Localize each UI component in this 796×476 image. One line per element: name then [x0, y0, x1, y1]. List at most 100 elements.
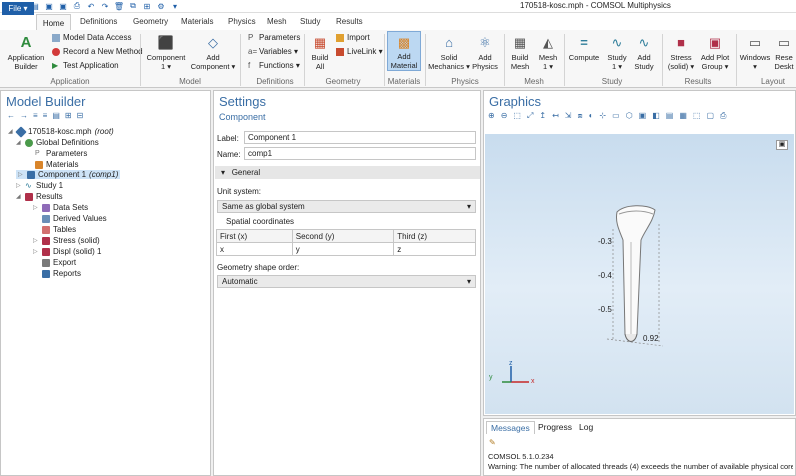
tree-item-reports[interactable]: Reports — [42, 269, 81, 278]
add-study-button[interactable]: ∿ Add Study — [631, 33, 657, 72]
select-icon[interactable]: ▭ — [612, 111, 620, 121]
save-as-icon[interactable]: ▣ — [58, 1, 68, 11]
expand-arrow-icon[interactable]: ▷ — [33, 248, 39, 255]
tab-home[interactable]: Home — [36, 14, 71, 31]
record-method-button[interactable]: Record a New Method — [52, 47, 143, 56]
cell-x[interactable]: x — [216, 242, 293, 256]
add-material-button[interactable]: ▩ Add Material — [387, 31, 421, 71]
axes-icon[interactable]: ⊹ — [599, 111, 606, 121]
clear-messages-icon[interactable]: ✎ — [489, 438, 496, 447]
solid-mechanics-button[interactable]: ⌂ Solid Mechanics ▾ — [428, 33, 470, 72]
tab-physics[interactable]: Physics — [228, 17, 256, 26]
compute-button[interactable]: = Compute — [567, 33, 601, 63]
expand-icon[interactable]: ⊞ — [65, 111, 72, 120]
livelink-button[interactable]: LiveLink ▾ — [336, 47, 383, 56]
functions-button[interactable]: f Functions ▾ — [248, 61, 300, 70]
windows-button[interactable]: ▭ Windows ▾ — [738, 33, 772, 72]
tree-item-study-1[interactable]: ▷ ∿ Study 1 — [16, 181, 63, 190]
move-down-icon[interactable]: ≡ — [43, 111, 48, 120]
tab-messages[interactable]: Messages — [486, 421, 535, 434]
test-application-button[interactable]: ▶ Test Application — [52, 61, 119, 70]
wireframe-icon[interactable]: ⬡ — [626, 111, 633, 121]
view-zx-icon[interactable]: ⇲ — [565, 111, 572, 121]
stress-solid-button[interactable]: ■ Stress (solid) ▾ — [664, 33, 698, 72]
lock-view-icon[interactable]: ▤ — [666, 111, 674, 121]
undo-icon[interactable]: ↶ — [86, 1, 96, 11]
tree-item-component-1[interactable]: ▷ Component 1 (comp1) — [16, 170, 121, 179]
settings-icon[interactable]: ⚙ — [156, 1, 166, 11]
tree-item-parameters[interactable]: P Parameters — [35, 149, 87, 158]
shape-order-select[interactable]: Automatic ▾ — [217, 275, 476, 288]
scene-light-icon[interactable]: ◧ — [652, 111, 660, 121]
expand-arrow-icon[interactable]: ▷ — [33, 237, 39, 244]
redo-icon[interactable]: ↷ — [100, 1, 110, 11]
print-icon[interactable]: ⎙ — [720, 111, 726, 121]
windows-icon[interactable]: ⊞ — [142, 1, 152, 11]
camera-icon[interactable]: ⬚ — [693, 111, 701, 121]
zoom-box-icon[interactable]: ⬚ — [513, 111, 521, 121]
zoom-extents-icon[interactable]: ⤢ — [527, 111, 533, 121]
tree-item-data-sets[interactable]: ▷ Data Sets — [33, 203, 88, 212]
name-input[interactable]: comp1 — [244, 147, 476, 160]
dropdown-icon[interactable]: ▾ — [170, 1, 180, 11]
tree-item-root[interactable]: ◢ 170518-kosc.mph (root) — [8, 125, 114, 138]
tab-results[interactable]: Results — [336, 17, 363, 26]
tab-progress[interactable]: Progress — [534, 421, 576, 434]
tab-geometry[interactable]: Geometry — [133, 17, 168, 26]
expand-arrow-icon[interactable]: ▷ — [18, 171, 24, 178]
collapse-arrow-icon[interactable]: ◢ — [16, 193, 22, 200]
mesh-1-button[interactable]: ◭ Mesh 1 ▾ — [535, 33, 561, 72]
reset-desktop-button[interactable]: ▭ Rese Deskt — [772, 33, 796, 72]
tree-item-displ-solid-1[interactable]: ▷ Displ (solid) 1 — [33, 247, 101, 256]
tree-item-tables[interactable]: Tables — [42, 225, 76, 234]
delete-icon[interactable]: 🗑 — [114, 1, 124, 11]
transparency-icon[interactable]: ◐ — [589, 111, 594, 121]
collapse-arrow-icon[interactable]: ◢ — [16, 139, 22, 146]
image-snapshot-icon[interactable]: ▢ — [706, 111, 714, 121]
tree-item-stress-solid[interactable]: ▷ Stress (solid) — [33, 236, 100, 245]
application-builder-button[interactable]: A Application Builder — [4, 33, 48, 72]
view-default-icon[interactable]: ⧈ — [577, 111, 582, 121]
import-button[interactable]: Import — [336, 33, 370, 42]
tab-study[interactable]: Study — [300, 17, 320, 26]
grid-icon[interactable]: ▦ — [679, 111, 687, 121]
model-data-access-button[interactable]: Model Data Access — [52, 33, 131, 42]
file-menu-button[interactable]: File ▾ — [2, 2, 34, 15]
copy-icon[interactable]: ⧉ — [128, 1, 138, 11]
expand-arrow-icon[interactable]: ▷ — [16, 182, 22, 189]
study-1-button[interactable]: ∿ Study 1 ▾ — [604, 33, 630, 72]
add-plot-group-button[interactable]: ▣ Add Plot Group ▾ — [698, 33, 732, 72]
forward-arrow-icon[interactable]: → — [20, 111, 28, 120]
graphics-viewport[interactable]: ▣ -0.3 -0.4 -0.5 0.92 y z x — [485, 134, 794, 414]
render-icon[interactable]: ▣ — [639, 111, 647, 121]
unit-system-select[interactable]: Same as global system ▾ — [217, 200, 476, 213]
tree-item-derived-values[interactable]: Derived Values — [42, 214, 107, 223]
component-1-button[interactable]: ⬛ Component 1 ▾ — [144, 33, 188, 72]
tree-item-export[interactable]: Export — [42, 258, 76, 267]
collapse-icon[interactable]: ⊟ — [77, 111, 84, 120]
view-yz-icon[interactable]: ↤ — [552, 111, 559, 121]
add-physics-button[interactable]: ⚛ Add Physics — [470, 33, 500, 72]
cell-y[interactable]: y — [291, 242, 395, 256]
show-icon[interactable]: ▤ — [52, 111, 60, 120]
add-component-button[interactable]: ◇ Add Component ▾ — [190, 33, 236, 72]
save-icon[interactable]: ▣ — [44, 1, 54, 11]
print-icon[interactable]: ⎙ — [72, 1, 82, 11]
build-mesh-button[interactable]: ▦ Build Mesh — [506, 33, 534, 72]
expand-arrow-icon[interactable]: ▷ — [33, 204, 39, 211]
general-section-header[interactable]: ▾ General — [215, 166, 480, 179]
label-input[interactable]: Component 1 — [244, 131, 476, 144]
variables-button[interactable]: a= Variables ▾ — [248, 47, 298, 56]
tab-mesh[interactable]: Mesh — [267, 17, 287, 26]
tab-definitions[interactable]: Definitions — [80, 17, 117, 26]
tab-log[interactable]: Log — [575, 421, 597, 434]
move-up-icon[interactable]: ≡ — [33, 111, 38, 120]
tree-item-global-definitions[interactable]: ◢ Global Definitions — [16, 138, 99, 147]
tab-materials[interactable]: Materials — [181, 17, 213, 26]
build-all-button[interactable]: ▦ Build All — [306, 33, 334, 72]
zoom-out-icon[interactable]: ⊖ — [501, 111, 508, 121]
back-arrow-icon[interactable]: ← — [7, 111, 15, 120]
tree-item-results[interactable]: ◢ Results — [16, 192, 63, 201]
parameters-button[interactable]: P Parameters — [248, 33, 300, 42]
collapse-arrow-icon[interactable]: ◢ — [8, 128, 14, 135]
